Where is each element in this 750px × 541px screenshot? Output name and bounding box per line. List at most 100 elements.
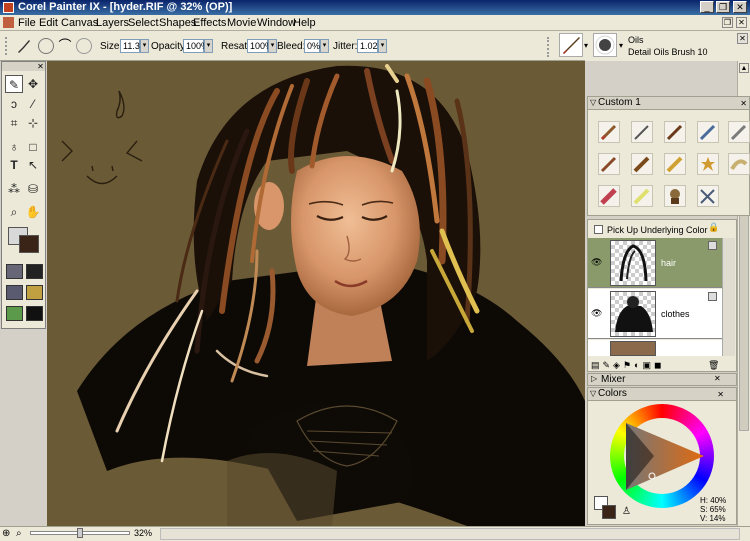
menu-effects[interactable]: Effects bbox=[193, 17, 226, 29]
size-dropdown[interactable]: ▾ bbox=[140, 39, 149, 53]
colors-header[interactable]: ▽ Colors ✕ bbox=[588, 388, 736, 401]
layer-name-clothes[interactable]: clothes bbox=[661, 309, 690, 319]
layer-row-hair[interactable]: 👁 hair bbox=[588, 238, 722, 288]
custom-brush-8[interactable] bbox=[664, 153, 686, 175]
layer-row-clothes[interactable]: 👁 clothes bbox=[588, 289, 722, 339]
stroke-type-icon[interactable]: ⌒ bbox=[57, 38, 73, 54]
zoom-level[interactable]: 32% bbox=[134, 528, 152, 538]
pick-up-color-checkbox[interactable] bbox=[594, 225, 603, 234]
shape-selection-icon[interactable]: ↖ bbox=[24, 156, 42, 174]
collapse-triangle-icon[interactable]: ▽ bbox=[590, 388, 596, 400]
restore-button[interactable]: ❐ bbox=[716, 1, 730, 13]
layer-row-canvas[interactable] bbox=[588, 340, 722, 356]
menu-canvas[interactable]: Canvas bbox=[61, 17, 98, 29]
doc-close-icon[interactable]: ✕ bbox=[736, 17, 747, 28]
custom-brush-12[interactable] bbox=[631, 185, 653, 207]
transform-icon[interactable]: ⊹ bbox=[24, 114, 42, 132]
saturation-value-triangle[interactable] bbox=[624, 418, 708, 494]
zoom-slider[interactable] bbox=[30, 528, 130, 538]
main-color-swatch[interactable] bbox=[19, 235, 39, 253]
paper-selector-icon[interactable] bbox=[6, 264, 23, 279]
menu-shapes[interactable]: Shapes bbox=[159, 17, 196, 29]
layer-name-hair[interactable]: hair bbox=[661, 258, 676, 268]
custom-brush-4[interactable] bbox=[697, 121, 719, 143]
pen-icon[interactable]: ♁ bbox=[5, 138, 23, 156]
bleed-field[interactable]: 0% bbox=[304, 39, 320, 53]
jitter-field[interactable]: 1.02 bbox=[357, 39, 378, 53]
clone-color-icon[interactable]: ♙ bbox=[622, 506, 631, 517]
grabber-hand-icon[interactable]: ✋ bbox=[24, 203, 42, 221]
expand-triangle-icon[interactable]: ▷ bbox=[591, 374, 597, 383]
gradient-selector-icon[interactable] bbox=[26, 264, 43, 279]
look-selector-icon[interactable] bbox=[26, 306, 43, 321]
collapse-triangle-icon[interactable]: ▽ bbox=[590, 97, 596, 109]
brush-variant-dropdown[interactable]: ▾ bbox=[619, 41, 623, 50]
jitter-dropdown[interactable]: ▾ bbox=[378, 39, 387, 53]
primary-color-swatch[interactable] bbox=[602, 505, 616, 519]
brush-category-icon[interactable] bbox=[559, 33, 583, 57]
size-field[interactable]: 11.3 bbox=[120, 39, 140, 53]
dab-type-icon[interactable] bbox=[38, 38, 54, 54]
crop-icon[interactable]: ⌗ bbox=[5, 114, 23, 132]
layers-scrollbar[interactable] bbox=[722, 238, 735, 356]
custom-brush-1[interactable] bbox=[598, 121, 620, 143]
horizontal-scrollbar[interactable] bbox=[160, 528, 740, 540]
zoom-icon[interactable]: ⌕ bbox=[16, 528, 22, 539]
custom-brush-2[interactable] bbox=[631, 121, 653, 143]
brush-tracking-icon[interactable] bbox=[76, 38, 92, 54]
brush-bar-close-icon[interactable]: ✕ bbox=[737, 33, 748, 44]
visibility-eye-icon[interactable]: 👁 bbox=[591, 257, 602, 268]
navigator-icon[interactable]: ⊕ bbox=[2, 528, 10, 539]
layer-adjuster-icon[interactable]: ✥ bbox=[24, 75, 42, 93]
weaving-selector-icon[interactable] bbox=[26, 285, 43, 300]
brush-variant-name[interactable]: Detail Oils Brush 10 bbox=[628, 47, 708, 57]
custom-brush-10[interactable] bbox=[728, 153, 750, 175]
painting-canvas[interactable] bbox=[47, 61, 585, 526]
menu-file[interactable]: File bbox=[18, 17, 36, 29]
custom-palette-header[interactable]: ▽ Custom 1 ✕ bbox=[588, 97, 749, 110]
menu-layers[interactable]: Layers bbox=[96, 17, 129, 29]
text-icon[interactable]: T bbox=[5, 156, 23, 174]
resat-dropdown[interactable]: ▾ bbox=[268, 39, 277, 53]
bleed-dropdown[interactable]: ▾ bbox=[320, 39, 329, 53]
lock-icon[interactable]: 🔒 bbox=[708, 222, 719, 233]
opacity-dropdown[interactable]: ▾ bbox=[204, 39, 213, 53]
rectangle-icon[interactable]: □ bbox=[24, 138, 42, 156]
custom-brush-14[interactable] bbox=[697, 185, 719, 207]
custom-brush-3[interactable] bbox=[664, 121, 686, 143]
colors-close-icon[interactable]: ✕ bbox=[717, 389, 724, 401]
resat-field[interactable]: 100% bbox=[247, 39, 273, 53]
menu-select[interactable]: Select bbox=[128, 17, 159, 29]
dropper-icon[interactable]: ⁂ bbox=[5, 180, 23, 198]
menu-window[interactable]: Window bbox=[257, 17, 296, 29]
custom-brush-6[interactable] bbox=[598, 153, 620, 175]
magic-wand-icon[interactable]: ⁄ bbox=[24, 95, 42, 113]
menu-edit[interactable]: Edit bbox=[39, 17, 58, 29]
paint-bucket-icon[interactable]: ⛁ bbox=[24, 180, 42, 198]
toolbox-close-icon[interactable]: ✕ bbox=[36, 62, 45, 71]
brush-variant-icon[interactable] bbox=[593, 33, 617, 57]
minimize-button[interactable]: _ bbox=[700, 1, 714, 13]
custom-palette-close-icon[interactable]: ✕ bbox=[740, 98, 747, 110]
pattern-selector-icon[interactable] bbox=[6, 285, 23, 300]
doc-restore-icon[interactable]: ❐ bbox=[722, 17, 733, 28]
zoom-slider-thumb[interactable] bbox=[77, 528, 83, 538]
mixer-panel[interactable]: ▷ Mixer ✕ bbox=[587, 373, 737, 386]
menu-movie[interactable]: Movie bbox=[227, 17, 256, 29]
scroll-up-icon[interactable]: ▲ bbox=[739, 63, 749, 73]
visibility-eye-icon[interactable]: 👁 bbox=[591, 308, 602, 319]
layer-command-icons[interactable]: ▤✎◈⚑◐▣◼ bbox=[591, 360, 664, 370]
lasso-icon[interactable]: ↄ bbox=[5, 95, 23, 113]
mixer-close-icon[interactable]: ✕ bbox=[714, 374, 721, 383]
magnifier-icon[interactable]: ⌕ bbox=[5, 203, 23, 221]
doc-icon[interactable] bbox=[3, 17, 14, 28]
opacity-field[interactable]: 100% bbox=[183, 39, 209, 53]
custom-brush-9[interactable] bbox=[697, 153, 719, 175]
brush-category-dropdown[interactable]: ▾ bbox=[584, 41, 588, 50]
brush-tool-icon[interactable] bbox=[14, 38, 32, 54]
menu-help[interactable]: Help bbox=[293, 17, 316, 29]
delete-layer-icon[interactable]: 🗑 bbox=[708, 359, 722, 371]
custom-brush-11[interactable] bbox=[598, 185, 620, 207]
nozzle-selector-icon[interactable] bbox=[6, 306, 23, 321]
brush-category-name[interactable]: Oils bbox=[628, 35, 644, 45]
